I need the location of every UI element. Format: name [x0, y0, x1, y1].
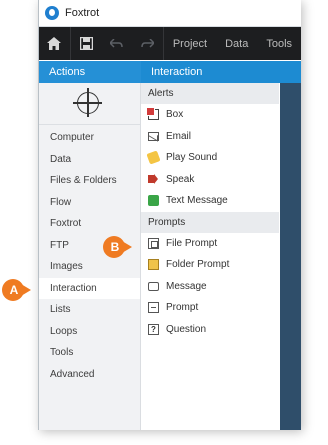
home-button[interactable] [39, 27, 70, 60]
category-tools[interactable]: Tools [39, 342, 140, 364]
email-icon [148, 131, 159, 141]
action-folder-prompt[interactable]: Folder Prompt [141, 254, 279, 276]
question-icon: ? [148, 323, 159, 335]
app-logo-icon [45, 6, 59, 20]
sound-icon [146, 150, 161, 165]
group-alerts: Alerts [141, 83, 279, 104]
divider [39, 124, 140, 125]
action-label: Text Message [166, 195, 228, 207]
home-icon [47, 37, 62, 50]
actions-header: Actions [39, 61, 141, 83]
menu-tools[interactable]: Tools [257, 38, 301, 50]
category-data[interactable]: Data [39, 149, 140, 171]
action-email[interactable]: Email [141, 126, 279, 148]
menu-data[interactable]: Data [216, 38, 257, 50]
undo-button[interactable] [101, 27, 132, 60]
action-box[interactable]: Box [141, 104, 279, 126]
group-prompts: Prompts [141, 211, 279, 233]
window-title: Foxtrot [65, 7, 100, 19]
text-message-icon [148, 195, 159, 207]
workspace-header-edge [280, 61, 301, 83]
folder-prompt-icon [148, 259, 159, 271]
category-loops[interactable]: Loops [39, 321, 140, 343]
action-prompt[interactable]: Prompt [141, 297, 279, 319]
action-question[interactable]: ? Question [141, 319, 279, 341]
interaction-header: Interaction [141, 61, 280, 83]
speak-icon [148, 174, 158, 185]
save-icon [79, 37, 93, 50]
prompt-icon [148, 302, 159, 314]
action-label: Speak [166, 173, 195, 185]
action-label: Folder Prompt [166, 259, 230, 271]
workspace-edge [280, 61, 301, 430]
save-button[interactable] [71, 27, 102, 60]
action-play-sound[interactable]: Play Sound [141, 147, 279, 169]
action-file-prompt[interactable]: File Prompt [141, 233, 279, 255]
toolbar: Project Data Tools [39, 27, 301, 60]
box-icon [146, 107, 159, 121]
action-label: Box [166, 109, 184, 121]
callout-a: A [2, 279, 31, 301]
category-interaction[interactable]: Interaction [39, 277, 140, 299]
action-label: Message [166, 280, 207, 292]
category-advanced[interactable]: Advanced [39, 364, 140, 386]
actions-panel: Alerts Box Email Play Sound Speak Text M… [141, 83, 279, 430]
app-window: Foxtrot Project Data Tools Actions Inter… [38, 0, 301, 430]
action-label: Play Sound [166, 152, 218, 164]
action-speak[interactable]: Speak [141, 169, 279, 191]
redo-button[interactable] [132, 27, 163, 60]
action-text-message[interactable]: Text Message [141, 190, 279, 212]
category-computer[interactable]: Computer [39, 127, 140, 149]
crosshair-icon[interactable] [73, 88, 102, 117]
callout-b-label: B [110, 240, 120, 254]
redo-icon [141, 38, 155, 48]
undo-icon [110, 38, 124, 48]
file-prompt-icon [148, 237, 159, 249]
category-images[interactable]: Images [39, 256, 140, 278]
action-label: Question [166, 323, 207, 335]
message-icon [148, 281, 159, 291]
callout-b: B [103, 236, 132, 258]
category-files-folders[interactable]: Files & Folders [39, 170, 140, 192]
category-flow[interactable]: Flow [39, 192, 140, 214]
action-label: Email [166, 130, 192, 142]
action-message[interactable]: Message [141, 276, 279, 298]
category-foxtrot[interactable]: Foxtrot [39, 213, 140, 235]
title-bar: Foxtrot [39, 0, 301, 27]
action-label: File Prompt [166, 237, 218, 249]
callout-a-label: A [9, 283, 19, 297]
menu-project[interactable]: Project [164, 38, 216, 50]
category-lists[interactable]: Lists [39, 299, 140, 321]
action-label: Prompt [166, 302, 199, 314]
